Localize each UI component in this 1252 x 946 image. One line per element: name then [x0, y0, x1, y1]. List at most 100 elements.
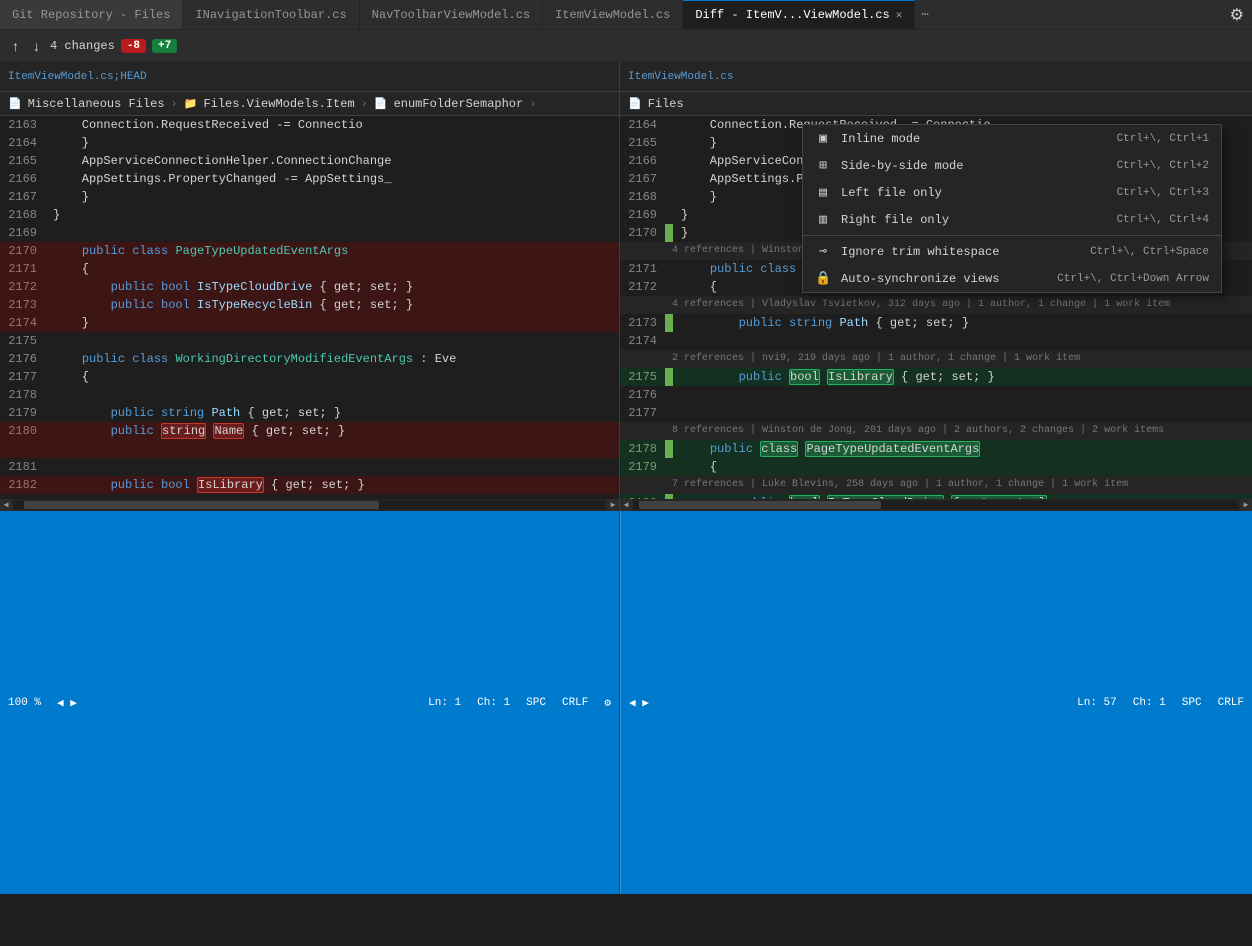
table-row: 2174	[620, 332, 1252, 350]
right-line-ending: CRLF	[1218, 697, 1244, 709]
table-row: 2177	[620, 404, 1252, 422]
tab-diff-close[interactable]: ✕	[896, 8, 903, 22]
side-by-side-label: Side-by-side mode	[841, 159, 1107, 173]
tab-itemviewmodel-label: ItemViewModel.cs	[555, 8, 670, 22]
table-row: 2176 public class WorkingDirectoryModifi…	[0, 350, 619, 368]
menu-auto-sync[interactable]: 🔒 Auto-synchronize views Ctrl+\, Ctrl+Do…	[803, 265, 1221, 292]
left-scroll-left[interactable]: ◀	[0, 499, 12, 511]
table-row: 2164 }	[0, 134, 619, 152]
table-row: 2179 public string Path { get; set; }	[0, 404, 619, 422]
table-row	[0, 440, 619, 458]
right-nav-arrows[interactable]: ◀ ▶	[629, 696, 649, 710]
left-code-area[interactable]: 2163 Connection.RequestReceived -= Conne…	[0, 116, 619, 499]
ref-info-2180: 7 references | Luke Blevins, 258 days ag…	[620, 476, 1252, 494]
table-row: 8 references | Winston de Jong, 201 days…	[620, 422, 1252, 440]
left-breadcrumb: 📄 Miscellaneous Files › 📁 Files.ViewMode…	[0, 92, 619, 116]
left-scroll-right[interactable]: ▶	[607, 499, 619, 511]
changes-count: 4 changes	[50, 39, 115, 53]
tab-inavbar-label: INavigationToolbar.cs	[195, 8, 346, 22]
left-hscroll[interactable]: ◀ ▶	[0, 499, 619, 511]
left-line-ending: CRLF	[562, 697, 588, 709]
table-row: 2168 }	[0, 206, 619, 224]
tab-navtoolbar-label: NavToolbarViewModel.cs	[372, 8, 530, 22]
table-row: 2172 public bool IsTypeCloudDrive { get;…	[0, 278, 619, 296]
left-bc-icon2: 📁	[184, 97, 198, 111]
side-by-side-shortcut: Ctrl+\, Ctrl+2	[1117, 160, 1209, 172]
table-row: 2177 {	[0, 368, 619, 386]
right-position: Ln: 57	[1077, 697, 1117, 709]
ref-info-2178: 8 references | Winston de Jong, 201 days…	[620, 422, 1252, 440]
table-row: 2176	[620, 386, 1252, 404]
left-settings-icon[interactable]: ⚙	[604, 696, 611, 710]
left-editor-pane: ItemViewModel.cs;HEAD 📄 Miscellaneous Fi…	[0, 62, 620, 894]
left-status-bar: 100 % ◀ ▶ Ln: 1 Ch: 1 SPC CRLF ⚙	[0, 511, 619, 894]
deletions-badge: -8	[121, 39, 146, 53]
tab-itemviewmodel[interactable]: ItemViewModel.cs	[543, 0, 683, 30]
right-only-label: Right file only	[841, 213, 1107, 227]
tab-inavbar[interactable]: INavigationToolbar.cs	[183, 0, 359, 30]
ref-info-2173: 4 references | Vladyslav Tsvietkov, 312 …	[620, 296, 1252, 314]
left-file-label: ItemViewModel.cs;HEAD	[8, 71, 147, 83]
table-row: 2173 public bool IsTypeRecycleBin { get;…	[0, 296, 619, 314]
right-editor-pane: ItemViewModel.cs 📄 Files 2164 Connection…	[620, 62, 1252, 894]
left-bc-enum[interactable]: enumFolderSemaphor	[394, 97, 524, 111]
left-bc-icon1: 📄	[8, 97, 22, 111]
navigate-up-button[interactable]: ↑	[8, 36, 23, 56]
left-hscroll-thumb	[24, 501, 379, 509]
settings-button[interactable]: ⚙	[1222, 1, 1252, 29]
tab-overflow-btn[interactable]: ⋯	[915, 0, 934, 30]
menu-left-only[interactable]: ▤ Left file only Ctrl+\, Ctrl+3	[803, 179, 1221, 206]
left-nav-arrows[interactable]: ◀ ▶	[57, 696, 77, 710]
table-row: 2181	[0, 458, 619, 476]
left-file-header: ItemViewModel.cs;HEAD	[0, 62, 619, 92]
tab-bar: Git Repository - Files INavigationToolba…	[0, 0, 1252, 30]
right-scroll-right[interactable]: ▶	[1240, 499, 1252, 511]
menu-inline-mode[interactable]: ▣ Inline mode Ctrl+\, Ctrl+1	[803, 125, 1221, 152]
table-row: 2180 public string Name { get; set; }	[0, 422, 619, 440]
toolbar: ↑ ↓ 4 changes -8 +7	[0, 30, 1252, 62]
context-menu: ▣ Inline mode Ctrl+\, Ctrl+1 ⊞ Side-by-s…	[802, 124, 1222, 293]
left-code-scroll[interactable]: 2163 Connection.RequestReceived -= Conne…	[0, 116, 619, 499]
left-bc-filesvm[interactable]: Files.ViewModels.Item	[203, 97, 354, 111]
table-row: 2167 }	[0, 188, 619, 206]
table-row: 2163 Connection.RequestReceived -= Conne…	[0, 116, 619, 134]
auto-sync-shortcut: Ctrl+\, Ctrl+Down Arrow	[1057, 273, 1209, 285]
right-hscroll-thumb	[639, 501, 881, 509]
menu-trim-ws[interactable]: ⊸ Ignore trim whitespace Ctrl+\, Ctrl+Sp…	[803, 238, 1221, 265]
left-position: Ln: 1	[428, 697, 461, 709]
trim-ws-shortcut: Ctrl+\, Ctrl+Space	[1090, 246, 1209, 258]
right-only-shortcut: Ctrl+\, Ctrl+4	[1117, 214, 1209, 226]
table-row: 4 references | Vladyslav Tsvietkov, 312 …	[620, 296, 1252, 314]
left-only-icon: ▤	[815, 185, 831, 200]
right-encoding: SPC	[1182, 697, 1202, 709]
tab-diff[interactable]: Diff - ItemV...ViewModel.cs ✕	[683, 0, 915, 30]
right-hscroll[interactable]: ◀ ▶	[620, 499, 1252, 511]
menu-right-only[interactable]: ▥ Right file only Ctrl+\, Ctrl+4	[803, 206, 1221, 233]
left-bc-miscfiles[interactable]: Miscellaneous Files	[28, 97, 165, 111]
table-row: 2 references | nvi9, 219 days ago | 1 au…	[620, 350, 1252, 368]
right-breadcrumb: 📄 Files	[620, 92, 1252, 116]
table-row: 2165 AppServiceConnectionHelper.Connecti…	[0, 152, 619, 170]
auto-sync-label: Auto-synchronize views	[841, 272, 1047, 286]
trim-ws-label: Ignore trim whitespace	[841, 245, 1080, 259]
right-scroll-left[interactable]: ◀	[620, 499, 632, 511]
ref-info-2175: 2 references | nvi9, 219 days ago | 1 au…	[620, 350, 1252, 368]
table-row: 2179 {	[620, 458, 1252, 476]
menu-side-by-side[interactable]: ⊞ Side-by-side mode Ctrl+\, Ctrl+2	[803, 152, 1221, 179]
table-row: 2178	[0, 386, 619, 404]
table-row: 2175 public bool IsLibrary { get; set; }	[620, 368, 1252, 386]
left-only-shortcut: Ctrl+\, Ctrl+3	[1117, 187, 1209, 199]
table-row: 2175	[0, 332, 619, 350]
right-bc-icon1: 📄	[628, 97, 642, 111]
left-zoom[interactable]: 100 %	[8, 697, 41, 709]
right-bc-files[interactable]: Files	[648, 97, 684, 111]
navigate-down-button[interactable]: ↓	[29, 36, 44, 56]
side-by-side-icon: ⊞	[815, 158, 831, 173]
trim-ws-icon: ⊸	[815, 244, 831, 259]
tab-navtoolbar[interactable]: NavToolbarViewModel.cs	[360, 0, 543, 30]
auto-sync-icon: 🔒	[815, 271, 831, 286]
right-col: Ch: 1	[1133, 697, 1166, 709]
tab-git-repo[interactable]: Git Repository - Files	[0, 0, 183, 30]
table-row: 2178 public class PageTypeUpdatedEventAr…	[620, 440, 1252, 458]
left-only-label: Left file only	[841, 186, 1107, 200]
